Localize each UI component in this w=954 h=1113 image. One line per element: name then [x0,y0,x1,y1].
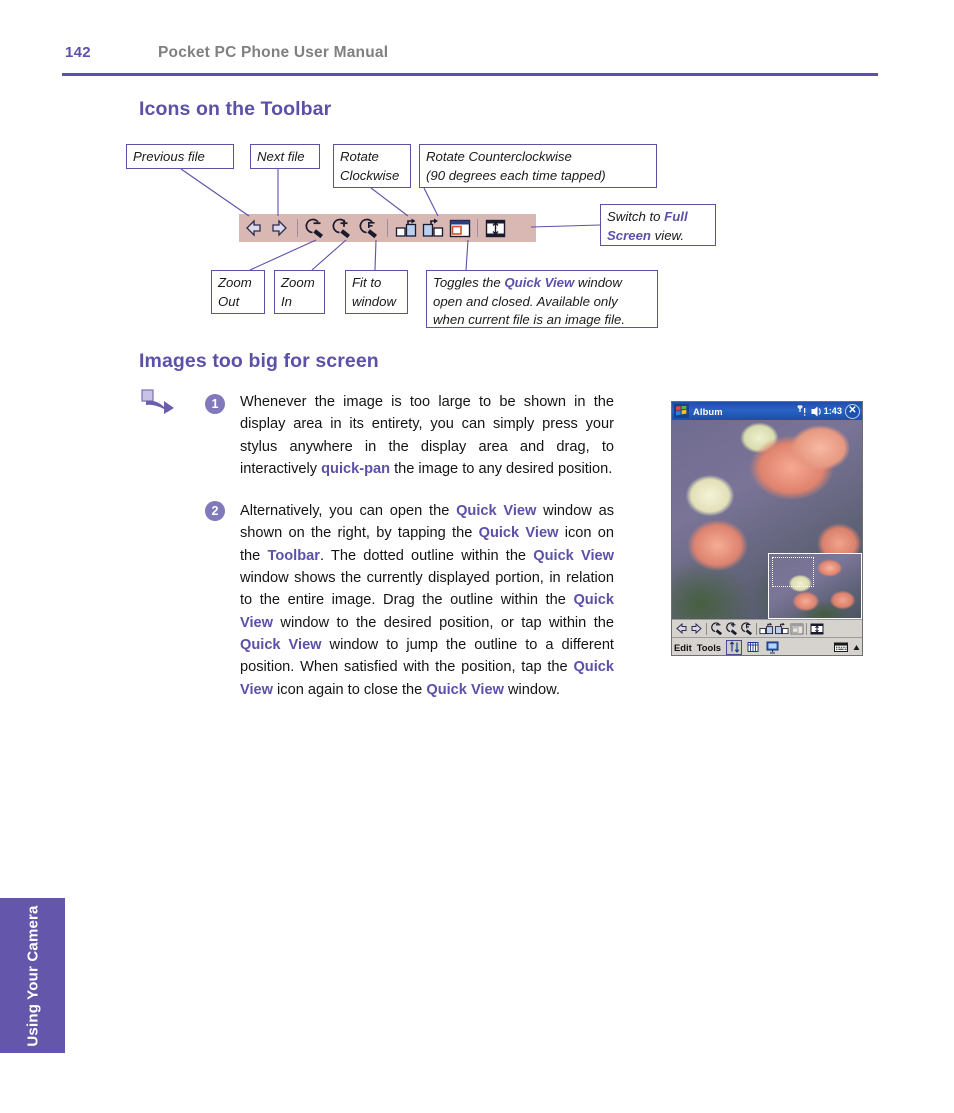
par2-b6: Quick View [240,637,322,654]
callout-toggles-quick-view: Toggles the Quick View window open and c… [426,270,658,328]
previous-file-icon[interactable] [674,621,689,636]
callout-rotate-clockwise: Rotate Clockwise [333,144,411,188]
signal-icon[interactable] [797,405,808,417]
full-screen-icon[interactable] [482,215,509,241]
par2-b8: Quick View [426,681,504,698]
list-bullet-1: 1 [205,394,225,414]
toolbar-separator-3 [477,219,478,237]
callout-zoom-out: Zoom Out [211,270,265,314]
callout-toggle-bold: Quick View [504,275,575,290]
menu-item-tools[interactable]: Tools [697,642,721,653]
quick-view-icon[interactable] [446,215,473,241]
windows-start-icon[interactable] [674,404,689,418]
callout-next-file: Next file [250,144,320,169]
callout-switch-to-full-screen: Switch to Full Screen view. [600,204,716,246]
par2-t9: window. [503,681,560,698]
paragraph-quick-pan: Whenever the image is too large to be sh… [240,391,614,480]
heading-images-too-big-for-screen: Images too big for screen [139,350,379,372]
chapter-side-tab: Using Your Camera [0,898,65,1053]
callout-full-post: view. [651,227,684,243]
toolbar-separator-2 [387,219,388,237]
chevron-up-icon[interactable] [852,640,860,654]
menu-item-edit[interactable]: Edit [674,642,692,653]
page-title: Pocket PC Phone User Manual [158,44,389,61]
previous-file-icon[interactable] [239,215,266,241]
callout-rotate-ccw-line2: (90 degrees each time tapped) [426,167,606,183]
pda-clock: 1:43 [823,406,842,416]
paragraph-quick-view: Alternatively, you can open the Quick Vi… [240,500,614,701]
par2-t6: window to the desired position, or tap w… [273,614,614,631]
quick-view-inset[interactable] [768,553,862,619]
next-file-icon[interactable] [266,215,293,241]
zoom-in-icon[interactable] [329,215,356,241]
callout-zoom-in: Zoom In [274,270,325,314]
keyboard-icon[interactable] [833,640,849,655]
quick-view-icon[interactable] [789,621,804,636]
zoom-out-icon[interactable] [709,621,724,636]
chapter-side-tab-label: Using Your Camera [24,904,41,1047]
callout-rotate-counterclockwise: Rotate Counterclockwise (90 degrees each… [419,144,657,188]
next-file-icon[interactable] [689,621,704,636]
par1-t2: the image to any desired position. [390,461,613,478]
close-icon[interactable]: ✕ [845,403,860,419]
par2-t8: icon again to close the [273,681,427,698]
callout-rotate-ccw-line1: Rotate Counterclockwise [426,149,572,164]
pda-app-title: Album [693,405,723,417]
dotted-viewport-outline[interactable] [772,557,814,587]
par2-b1: Quick View [456,503,537,519]
thumbnails-icon[interactable] [745,640,761,655]
zoom-out-icon[interactable] [302,215,329,241]
fit-to-window-icon[interactable] [739,621,754,636]
pda-icon-toolbar [672,619,862,637]
par2-b4: Quick View [533,547,614,564]
rotate-counterclockwise-icon[interactable] [774,621,789,636]
toolbar-separator-1 [297,219,298,237]
heading-icons-on-the-toolbar: Icons on the Toolbar [139,98,332,120]
pda-menubar: Edit Tools [672,637,862,655]
list-bullet-2: 2 [205,501,225,521]
pda-screenshot: Album 1:43 ✕ Edit Tools [671,401,863,656]
header-divider [62,73,878,76]
pda-toolbar-separator-3 [806,622,807,635]
pda-titlebar: Album 1:43 ✕ [672,402,862,420]
par2-t1: Alternatively, you can open the [240,503,457,519]
par2-t5: window shows the currently displayed por… [240,570,614,609]
note-pointer-icon [141,389,174,414]
rotate-clockwise-icon[interactable] [392,215,419,241]
full-screen-icon[interactable] [809,621,824,636]
callout-toggle-pre: Toggles the [433,275,505,290]
page-header: 142 Pocket PC Phone User Manual [0,0,954,80]
illustrated-toolbar [239,214,536,242]
rotate-counterclockwise-icon[interactable] [419,215,446,241]
pda-toolbar-separator-2 [756,622,757,635]
speaker-icon[interactable] [810,406,822,417]
rotate-clockwise-icon[interactable] [759,621,774,636]
par2-b2: Quick View [478,525,559,542]
sort-icon[interactable] [726,639,743,655]
page-number: 142 [65,44,91,61]
par2-b3: Toolbar [267,547,320,564]
slideshow-icon[interactable] [764,640,780,655]
callout-previous-file: Previous file [126,144,234,169]
callout-fit-to-window: Fit to window [345,270,408,314]
pda-toolbar-separator-1 [706,622,707,635]
zoom-in-icon[interactable] [724,621,739,636]
fit-to-window-icon[interactable] [356,215,383,241]
pda-image-canvas[interactable] [672,420,862,619]
par1-b1: quick-pan [321,461,391,478]
callout-full-pre: Switch to [607,209,665,224]
par2-t4: . The dotted outline within the [319,547,534,564]
